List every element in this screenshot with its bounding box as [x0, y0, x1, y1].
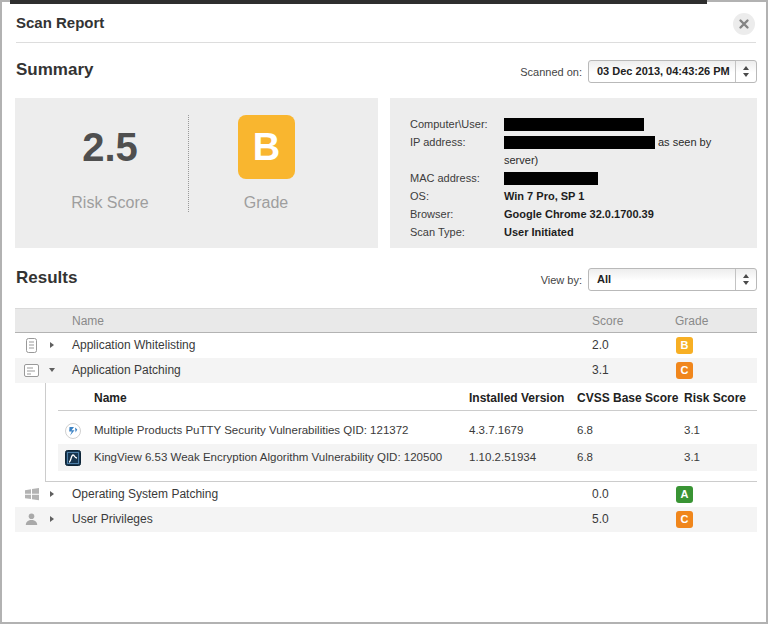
- redacted-computer-user: [504, 118, 644, 131]
- expand-arrow-icon[interactable]: [50, 491, 54, 497]
- vulnerability-subtable: Name Installed Version CVSS Base Score R…: [15, 383, 757, 482]
- user-icon: [24, 512, 40, 527]
- view-by-label: View by:: [507, 274, 582, 286]
- document-list-icon: [24, 363, 40, 378]
- results-heading: Results: [16, 268, 77, 288]
- scanned-on-select[interactable]: 03 Dec 2013, 04:43:26 PM: [588, 60, 757, 83]
- table-row-application-patching[interactable]: Application Patching 3.1 C: [15, 358, 757, 383]
- results-table-header: Name Score Grade: [15, 308, 757, 333]
- score-panel: 2.5 Risk Score B Grade: [15, 98, 378, 248]
- detail-ip-wrap: server): [410, 151, 711, 169]
- putty-icon: [65, 423, 81, 439]
- tree-guide-line: [45, 383, 46, 482]
- scanned-on-value: 03 Dec 2013, 04:43:26 PM: [597, 65, 730, 77]
- grade-badge: B: [238, 115, 295, 179]
- view-by-value: All: [597, 273, 611, 285]
- select-spinner-icon: [735, 61, 756, 82]
- grade-badge: C: [676, 362, 693, 379]
- detail-os: OS:Win 7 Pro, SP 1: [410, 187, 711, 205]
- expand-arrow-icon[interactable]: [50, 516, 54, 522]
- kingview-icon: [65, 450, 81, 466]
- host-details: Computer\User: IP address:as seen by ser…: [410, 115, 711, 241]
- risk-score-value: 2.5: [40, 125, 180, 170]
- redacted-ip: [504, 136, 655, 149]
- top-edge-strip: [10, 0, 707, 4]
- table-row-os-patching[interactable]: Operating System Patching 0.0 A: [15, 482, 757, 507]
- vulnerability-row-putty[interactable]: Multiple Products PuTTY Security Vulnera…: [58, 417, 757, 444]
- table-row-user-privileges[interactable]: User Privileges 5.0 C: [15, 507, 757, 532]
- detail-mac: MAC address:: [410, 169, 711, 187]
- dialog-title: Scan Report: [16, 14, 104, 31]
- subtable-header: Name Installed Version CVSS Base Score R…: [58, 389, 757, 411]
- view-by-select[interactable]: All: [588, 268, 757, 291]
- grade-badge: A: [676, 486, 693, 503]
- header-divider: [16, 42, 756, 43]
- risk-score-label: Risk Score: [40, 194, 180, 212]
- redacted-mac: [504, 172, 598, 185]
- collapse-arrow-icon[interactable]: [49, 368, 55, 372]
- results-table: Name Score Grade Application Whitelistin…: [15, 308, 757, 532]
- detail-browser: Browser:Google Chrome 32.0.1700.39: [410, 205, 711, 223]
- table-row-application-whitelisting[interactable]: Application Whitelisting 2.0 B: [15, 333, 757, 358]
- grade-badge: B: [676, 337, 693, 354]
- panel-divider: [188, 115, 189, 212]
- grade-label: Grade: [196, 194, 336, 212]
- windows-icon: [24, 487, 40, 502]
- scanned-on-label: Scanned on:: [507, 66, 582, 78]
- grade-badge: C: [676, 511, 693, 528]
- detail-ip: IP address:as seen by: [410, 133, 711, 151]
- expand-arrow-icon[interactable]: [50, 342, 54, 348]
- close-button[interactable]: [733, 13, 755, 35]
- vulnerability-row-kingview[interactable]: KingView 6.53 Weak Encryption Algorithm …: [58, 444, 757, 471]
- scan-report-dialog: Scan Report Summary Scanned on: 03 Dec 2…: [0, 0, 768, 624]
- detail-computer-user: Computer\User:: [410, 115, 711, 133]
- select-spinner-icon: [735, 269, 756, 290]
- document-icon: [24, 338, 40, 353]
- detail-scan-type: Scan Type:User Initiated: [410, 223, 711, 241]
- summary-heading: Summary: [16, 60, 93, 80]
